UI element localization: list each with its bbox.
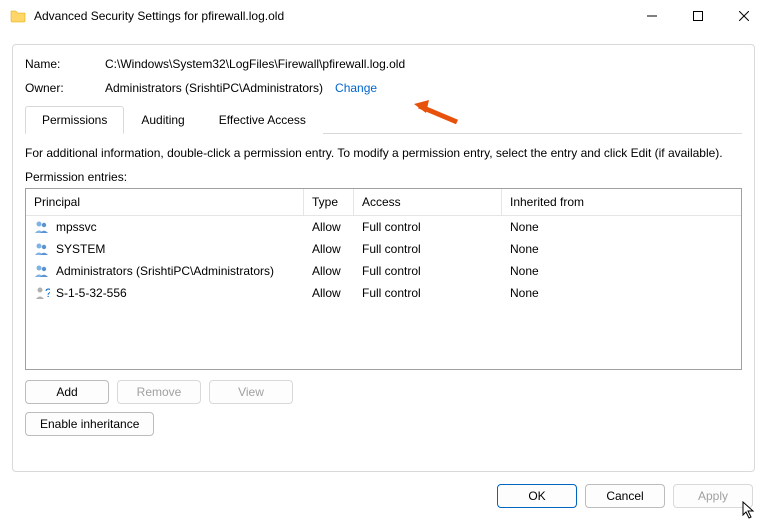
minimize-button[interactable]	[629, 0, 675, 32]
window-title: Advanced Security Settings for pfirewall…	[34, 9, 629, 23]
view-button[interactable]: View	[209, 380, 293, 404]
principal-icon: ?	[34, 285, 50, 301]
header-type[interactable]: Type	[304, 189, 354, 215]
table-row[interactable]: mpssvc AllowFull controlNone	[26, 216, 741, 238]
info-text: For additional information, double-click…	[25, 146, 742, 160]
name-field-row: Name: C:\Windows\System32\LogFiles\Firew…	[25, 57, 742, 71]
owner-field-row: Owner: Administrators (SrishtiPC\Adminis…	[25, 81, 742, 95]
cell-access: Full control	[354, 263, 502, 279]
table-row[interactable]: SYSTEM AllowFull controlNone	[26, 238, 741, 260]
name-label: Name:	[25, 57, 105, 71]
principal-icon	[34, 219, 50, 235]
inheritance-buttons: Enable inheritance	[25, 412, 742, 436]
dialog-footer: OK Cancel Apply	[0, 484, 767, 512]
close-button[interactable]	[721, 0, 767, 32]
table-row[interactable]: Administrators (SrishtiPC\Administrators…	[26, 260, 741, 282]
remove-button[interactable]: Remove	[117, 380, 201, 404]
owner-value: Administrators (SrishtiPC\Administrators…	[105, 81, 323, 95]
owner-label: Owner:	[25, 81, 105, 95]
cell-type: Allow	[304, 263, 354, 279]
tab-permissions[interactable]: Permissions	[25, 106, 124, 134]
add-button[interactable]: Add	[25, 380, 109, 404]
principal-name: SYSTEM	[56, 242, 105, 256]
name-value: C:\Windows\System32\LogFiles\Firewall\pf…	[105, 57, 405, 71]
window-controls	[629, 0, 767, 32]
cell-access: Full control	[354, 241, 502, 257]
content-panel: Name: C:\Windows\System32\LogFiles\Firew…	[12, 44, 755, 472]
principal-icon	[34, 241, 50, 257]
principal-name: Administrators (SrishtiPC\Administrators…	[56, 264, 274, 278]
apply-button[interactable]: Apply	[673, 484, 753, 508]
principal-name: S-1-5-32-556	[56, 286, 127, 300]
header-inherited[interactable]: Inherited from	[502, 189, 741, 215]
cell-type: Allow	[304, 285, 354, 301]
svg-text:?: ?	[45, 286, 50, 300]
change-owner-link[interactable]: Change	[335, 81, 377, 95]
cell-access: Full control	[354, 285, 502, 301]
maximize-button[interactable]	[675, 0, 721, 32]
cell-type: Allow	[304, 219, 354, 235]
permission-table: Principal Type Access Inherited from mps…	[25, 188, 742, 370]
table-header: Principal Type Access Inherited from	[26, 189, 741, 216]
title-bar: Advanced Security Settings for pfirewall…	[0, 0, 767, 32]
tab-auditing[interactable]: Auditing	[124, 106, 201, 134]
cell-type: Allow	[304, 241, 354, 257]
cell-inherited: None	[502, 241, 741, 257]
cancel-button[interactable]: Cancel	[585, 484, 665, 508]
cell-inherited: None	[502, 263, 741, 279]
table-row[interactable]: ? S-1-5-32-556 AllowFull controlNone	[26, 282, 741, 304]
cell-inherited: None	[502, 219, 741, 235]
principal-icon	[34, 263, 50, 279]
cell-access: Full control	[354, 219, 502, 235]
ok-button[interactable]: OK	[497, 484, 577, 508]
cell-inherited: None	[502, 285, 741, 301]
tab-strip: Permissions Auditing Effective Access	[25, 105, 742, 134]
folder-icon	[10, 8, 26, 24]
enable-inheritance-button[interactable]: Enable inheritance	[25, 412, 154, 436]
header-principal[interactable]: Principal	[26, 189, 304, 215]
entry-buttons: Add Remove View	[25, 380, 742, 404]
tab-effective-access[interactable]: Effective Access	[202, 106, 323, 134]
principal-name: mpssvc	[56, 220, 97, 234]
header-access[interactable]: Access	[354, 189, 502, 215]
permission-entries-label: Permission entries:	[25, 170, 742, 184]
